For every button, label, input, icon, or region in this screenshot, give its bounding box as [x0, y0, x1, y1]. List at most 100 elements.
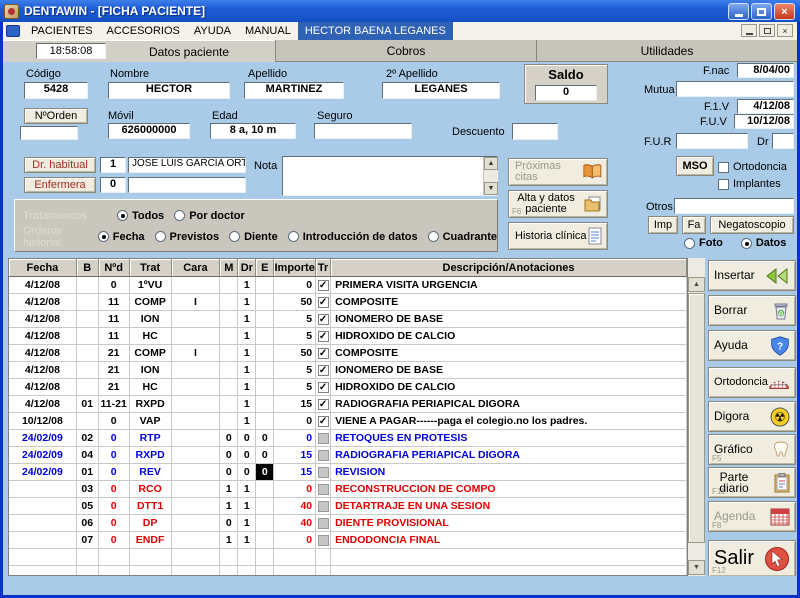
- cell-desc[interactable]: COMPOSITE: [331, 345, 687, 362]
- cell-importe[interactable]: 0: [274, 481, 316, 498]
- implantes-checkbox[interactable]: Implantes: [718, 178, 781, 190]
- cell-fecha[interactable]: 24/02/09: [9, 464, 77, 481]
- cell-desc[interactable]: DETARTRAJE EN UNA SESION: [331, 498, 687, 515]
- f1v-field[interactable]: 4/12/08: [737, 99, 794, 114]
- table-row[interactable]: 050DTT11140DETARTRAJE EN UNA SESION: [9, 498, 687, 515]
- cell-m[interactable]: 1: [220, 481, 238, 498]
- table-row[interactable]: 4/12/0811ION15✓IONOMERO DE BASE: [9, 311, 687, 328]
- header-e[interactable]: E: [256, 259, 274, 277]
- checkbox-checked-icon[interactable]: ✓: [318, 365, 329, 376]
- checkbox-checked-icon[interactable]: ✓: [318, 297, 329, 308]
- cell-b[interactable]: [77, 294, 99, 311]
- digora-button[interactable]: Digora ☢: [708, 401, 796, 432]
- table-row[interactable]: 4/12/0811COMPI150✓COMPOSITE: [9, 294, 687, 311]
- otros-field[interactable]: [674, 198, 794, 214]
- imp-button[interactable]: Imp: [648, 216, 678, 234]
- cell-m[interactable]: [220, 362, 238, 379]
- cell-e[interactable]: 0: [256, 447, 274, 464]
- parte-diario-button[interactable]: Parte diario F11: [708, 467, 796, 498]
- codigo-field[interactable]: 5428: [24, 82, 88, 99]
- edad-field[interactable]: 8 a, 10 m: [210, 123, 296, 139]
- dr-habitual-num-field[interactable]: 1: [100, 157, 126, 173]
- cell-fecha[interactable]: [9, 549, 77, 566]
- header-tr[interactable]: Tr: [316, 259, 331, 277]
- cell-desc[interactable]: RADIOGRAFIA PERIAPICAL DIGORA: [331, 447, 687, 464]
- tab-cobros[interactable]: Cobros: [275, 40, 536, 62]
- cell-fecha[interactable]: 10/12/08: [9, 413, 77, 430]
- menu-pacientes[interactable]: PACIENTES: [24, 22, 100, 40]
- checkbox-unchecked-icon[interactable]: [318, 501, 329, 512]
- cell-m[interactable]: 1: [220, 498, 238, 515]
- cell-e[interactable]: [256, 277, 274, 294]
- historia-clinica-button[interactable]: Historia clínica: [508, 222, 608, 250]
- header-descripcion[interactable]: Descripción/Anotaciones: [331, 259, 687, 277]
- menu-ayuda[interactable]: AYUDA: [187, 22, 238, 40]
- cell-fecha[interactable]: 4/12/08: [9, 396, 77, 413]
- cell-importe[interactable]: 0: [274, 532, 316, 549]
- cell-trat[interactable]: [130, 566, 172, 576]
- checkbox-checked-icon[interactable]: ✓: [318, 416, 329, 427]
- cell-fecha[interactable]: 24/02/09: [9, 430, 77, 447]
- radio-previstos[interactable]: Previstos: [155, 231, 220, 243]
- cell-desc[interactable]: RETOQUES EN PROTESIS: [331, 430, 687, 447]
- radio-cuadrante[interactable]: Cuadrante: [428, 231, 497, 243]
- cell-tr[interactable]: ✓: [316, 362, 331, 379]
- cell-dr[interactable]: 0: [238, 430, 256, 447]
- cell-m[interactable]: 0: [220, 515, 238, 532]
- cell-b[interactable]: 01: [77, 396, 99, 413]
- cell-e[interactable]: [256, 515, 274, 532]
- cell-tr[interactable]: [316, 549, 331, 566]
- cell-e[interactable]: [256, 549, 274, 566]
- cell-dr[interactable]: 0: [238, 447, 256, 464]
- cell-desc[interactable]: RECONSTRUCCION DE COMPO: [331, 481, 687, 498]
- mdi-restore-button[interactable]: [759, 24, 775, 37]
- cell-fecha[interactable]: [9, 566, 77, 576]
- cell-cara[interactable]: [172, 430, 221, 447]
- cell-b[interactable]: 02: [77, 430, 99, 447]
- mso-button[interactable]: MSO: [676, 156, 714, 176]
- cell-dr[interactable]: 1: [238, 498, 256, 515]
- cell-dr[interactable]: 1: [238, 294, 256, 311]
- cell-tr[interactable]: ✓: [316, 294, 331, 311]
- cell-b[interactable]: [77, 345, 99, 362]
- cell-cara[interactable]: [172, 379, 221, 396]
- cell-desc[interactable]: PRIMERA VISITA URGENCIA: [331, 277, 687, 294]
- cell-desc[interactable]: IONOMERO DE BASE: [331, 362, 687, 379]
- ortodoncia-button[interactable]: Ortodoncia: [708, 367, 796, 398]
- header-trat[interactable]: Trat: [130, 259, 172, 277]
- cell-m[interactable]: [220, 566, 238, 576]
- cell-m[interactable]: 0: [220, 430, 238, 447]
- mdi-minimize-button[interactable]: [741, 24, 757, 37]
- negatoscopio-button[interactable]: Negatoscopio: [710, 216, 794, 234]
- agenda-button[interactable]: Agenda F8: [708, 501, 796, 532]
- checkbox-unchecked-icon[interactable]: [318, 484, 329, 495]
- table-row[interactable]: 24/02/09020RTP0000RETOQUES EN PROTESIS: [9, 430, 687, 447]
- radio-por-doctor[interactable]: Por doctor: [174, 210, 245, 222]
- cell-dr[interactable]: 1: [238, 277, 256, 294]
- radio-todos[interactable]: Todos: [117, 210, 164, 222]
- cell-b[interactable]: 05: [77, 498, 99, 515]
- menu-accesorios[interactable]: ACCESORIOS: [100, 22, 187, 40]
- header-m[interactable]: M: [220, 259, 238, 277]
- cell-e[interactable]: [256, 498, 274, 515]
- cell-nd[interactable]: 0: [99, 413, 130, 430]
- apellido2-field[interactable]: LEGANES: [382, 82, 500, 99]
- cell-m[interactable]: [220, 311, 238, 328]
- scroll-down-icon[interactable]: ▼: [688, 560, 705, 575]
- cell-e[interactable]: [256, 566, 274, 576]
- cell-dr[interactable]: 1: [238, 379, 256, 396]
- fa-button[interactable]: Fa: [682, 216, 706, 234]
- cell-e[interactable]: [256, 532, 274, 549]
- cell-desc[interactable]: VIENE A PAGAR------paga el colegio.no lo…: [331, 413, 687, 430]
- cell-m[interactable]: [220, 396, 238, 413]
- cell-dr[interactable]: 1: [238, 345, 256, 362]
- cell-tr[interactable]: ✓: [316, 413, 331, 430]
- table-row[interactable]: 4/12/0821COMPI150✓COMPOSITE: [9, 345, 687, 362]
- cell-m[interactable]: [220, 277, 238, 294]
- cell-cara[interactable]: [172, 515, 221, 532]
- cell-dr[interactable]: 1: [238, 311, 256, 328]
- cell-nd[interactable]: [99, 566, 130, 576]
- salir-button[interactable]: Salir F12: [708, 540, 796, 577]
- cell-trat[interactable]: RXPD: [130, 447, 172, 464]
- cell-e[interactable]: [256, 311, 274, 328]
